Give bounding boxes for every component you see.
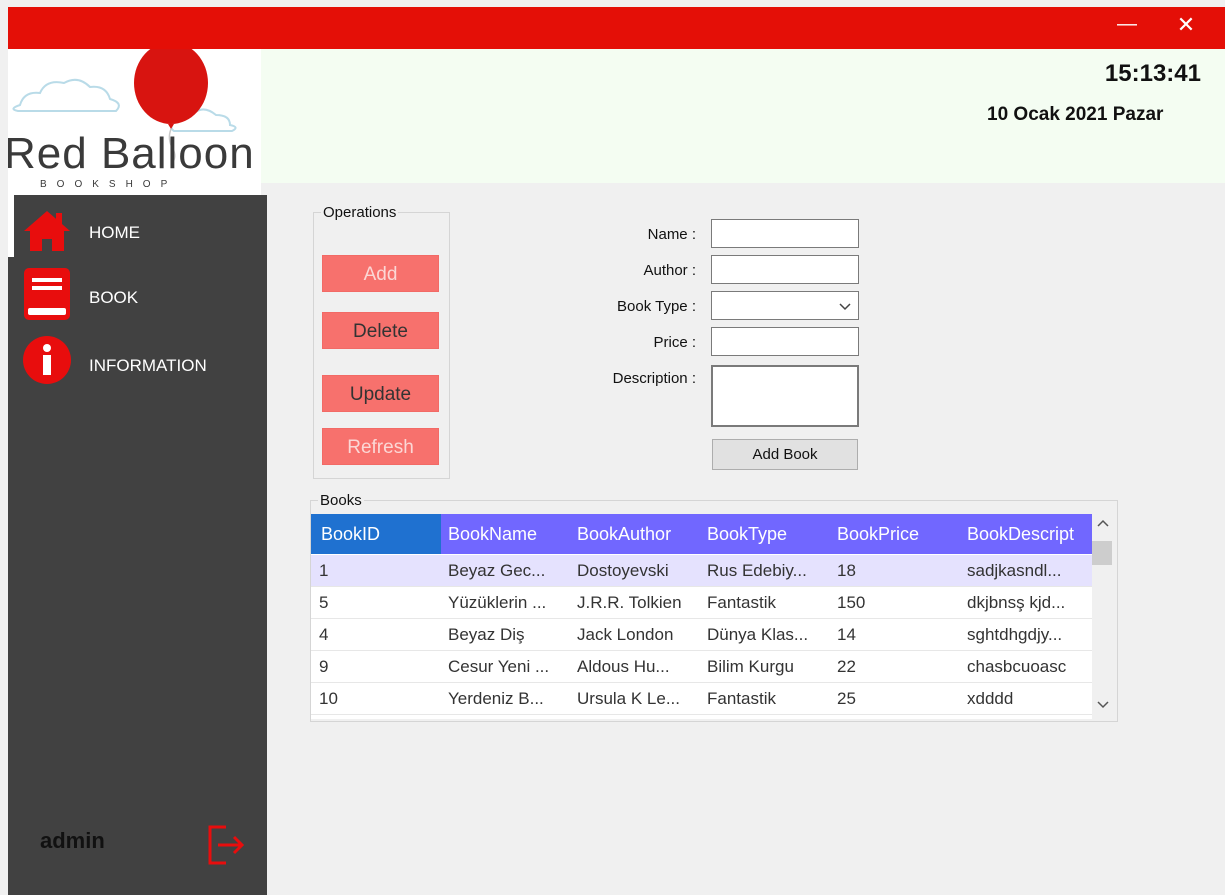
table-row[interactable]: 4 Beyaz Diş Jack London Dünya Klas... 14… (311, 619, 1092, 651)
cell-bookdescription: sadjkasndl... (967, 561, 1062, 580)
delete-button[interactable]: Delete (322, 312, 439, 349)
price-label: Price : (653, 334, 696, 351)
author-field[interactable] (711, 255, 859, 284)
cell-bookname: Cesur Yeni ... (448, 657, 550, 676)
home-icon (24, 211, 70, 251)
column-header-bookprice[interactable]: BookPrice (837, 514, 957, 554)
title-bar (8, 7, 1225, 49)
operations-legend: Operations (321, 204, 399, 221)
cell-bookauthor: Ursula K Le... (577, 689, 680, 708)
scroll-up-icon[interactable] (1092, 516, 1114, 536)
column-header-bookid[interactable]: BookID (311, 514, 441, 554)
cell-bookauthor: Aldous Hu... (577, 657, 670, 676)
user-name: admin (40, 828, 105, 853)
cell-bookdescription: chasbcuoasc (967, 657, 1067, 676)
cell-bookauthor: J.R.R. Tolkien (577, 593, 682, 612)
active-indicator (8, 195, 14, 257)
logo-subtitle: BOOKSHOP (40, 179, 178, 190)
book-icon (24, 268, 70, 320)
refresh-button[interactable]: Refresh (322, 428, 439, 465)
book-type-select[interactable] (711, 291, 859, 320)
sidebar-item-home[interactable]: HOME (8, 207, 267, 267)
column-header-bookauthor[interactable]: BookAuthor (577, 514, 702, 554)
chevron-down-icon (839, 303, 851, 311)
price-field[interactable] (711, 327, 859, 356)
update-button[interactable]: Update (322, 375, 439, 412)
add-button[interactable]: Add (322, 255, 439, 292)
column-header-bookdescription[interactable]: BookDescript (967, 514, 1092, 554)
cell-bookid: 10 (319, 689, 338, 708)
cell-bookname: Yüzüklerin ... (448, 593, 547, 612)
cell-booktype: Fantastik (707, 593, 776, 612)
cell-bookprice: 18 (837, 561, 856, 580)
description-field[interactable] (711, 365, 859, 427)
cell-bookprice: 150 (837, 593, 866, 612)
column-header-booktype[interactable]: BookType (707, 514, 832, 554)
sidebar-item-information[interactable]: INFORMATION (8, 335, 267, 395)
logo: Red Balloon BOOKSHOP (8, 49, 261, 195)
column-header-bookname[interactable]: BookName (448, 514, 568, 554)
add-book-button[interactable]: Add Book (712, 439, 858, 470)
cell-bookprice: 14 (837, 625, 856, 644)
vertical-scrollbar[interactable] (1092, 514, 1114, 719)
close-button[interactable]: ✕ (1168, 7, 1204, 45)
author-label: Author : (643, 262, 696, 279)
scroll-thumb[interactable] (1092, 541, 1112, 565)
cell-bookid: 1 (319, 561, 329, 580)
table-row[interactable]: 5 Yüzüklerin ... J.R.R. Tolkien Fantasti… (311, 587, 1092, 619)
cell-bookauthor: Dostoyevski (577, 561, 669, 580)
books-table: BookID BookName BookAuthor BookType Book… (311, 514, 1092, 719)
sidebar-item-label: INFORMATION (89, 356, 207, 375)
date-label: 10 Ocak 2021 Pazar (987, 104, 1164, 125)
name-field[interactable] (711, 219, 859, 248)
table-row[interactable]: 1 Beyaz Gec... Dostoyevski Rus Edebiy...… (311, 555, 1092, 587)
logo-title: Red Balloon (8, 129, 255, 178)
cell-booktype: Fantastik (707, 689, 776, 708)
cell-booktype: Rus Edebiy... (707, 561, 807, 580)
cell-bookdescription: dkjbnsş kjd... (967, 593, 1066, 612)
cell-bookid: 4 (319, 625, 329, 644)
cell-booktype: Bilim Kurgu (707, 657, 794, 676)
cell-bookprice: 22 (837, 657, 856, 676)
cell-bookname: Beyaz Gec... (448, 561, 546, 580)
minimize-button[interactable]: — (1110, 7, 1144, 45)
sidebar-item-label: BOOK (89, 288, 139, 307)
cell-bookname: Beyaz Diş (448, 625, 525, 644)
cell-bookprice: 25 (837, 689, 856, 708)
books-legend: Books (318, 492, 364, 509)
table-header: BookID BookName BookAuthor BookType Book… (311, 514, 1092, 554)
cell-bookdescription: sghtdhgdjy... (967, 625, 1063, 644)
cell-booktype: Dünya Klas... (707, 625, 809, 644)
sidebar: HOME BOOK INFORMATION (8, 195, 267, 895)
book-type-label: Book Type : (617, 298, 696, 315)
sidebar-item-book[interactable]: BOOK (8, 268, 267, 331)
cell-bookname: Yerdeniz B... (448, 689, 544, 708)
table-row[interactable]: 9 Cesur Yeni ... Aldous Hu... Bilim Kurg… (311, 651, 1092, 683)
info-icon (23, 336, 71, 384)
description-label: Description : (612, 370, 696, 387)
clock: 15:13:41 (1104, 60, 1201, 87)
logout-icon[interactable] (206, 824, 246, 866)
cell-bookauthor: Jack London (577, 625, 674, 644)
cell-bookid: 5 (319, 593, 329, 612)
scroll-down-icon[interactable] (1092, 697, 1114, 717)
cell-bookid: 9 (319, 657, 329, 676)
cell-bookdescription: xdddd (967, 689, 1014, 708)
sidebar-item-label: HOME (89, 223, 140, 242)
table-row[interactable]: 10 Yerdeniz B... Ursula K Le... Fantasti… (311, 683, 1092, 715)
name-label: Name : (647, 226, 696, 243)
